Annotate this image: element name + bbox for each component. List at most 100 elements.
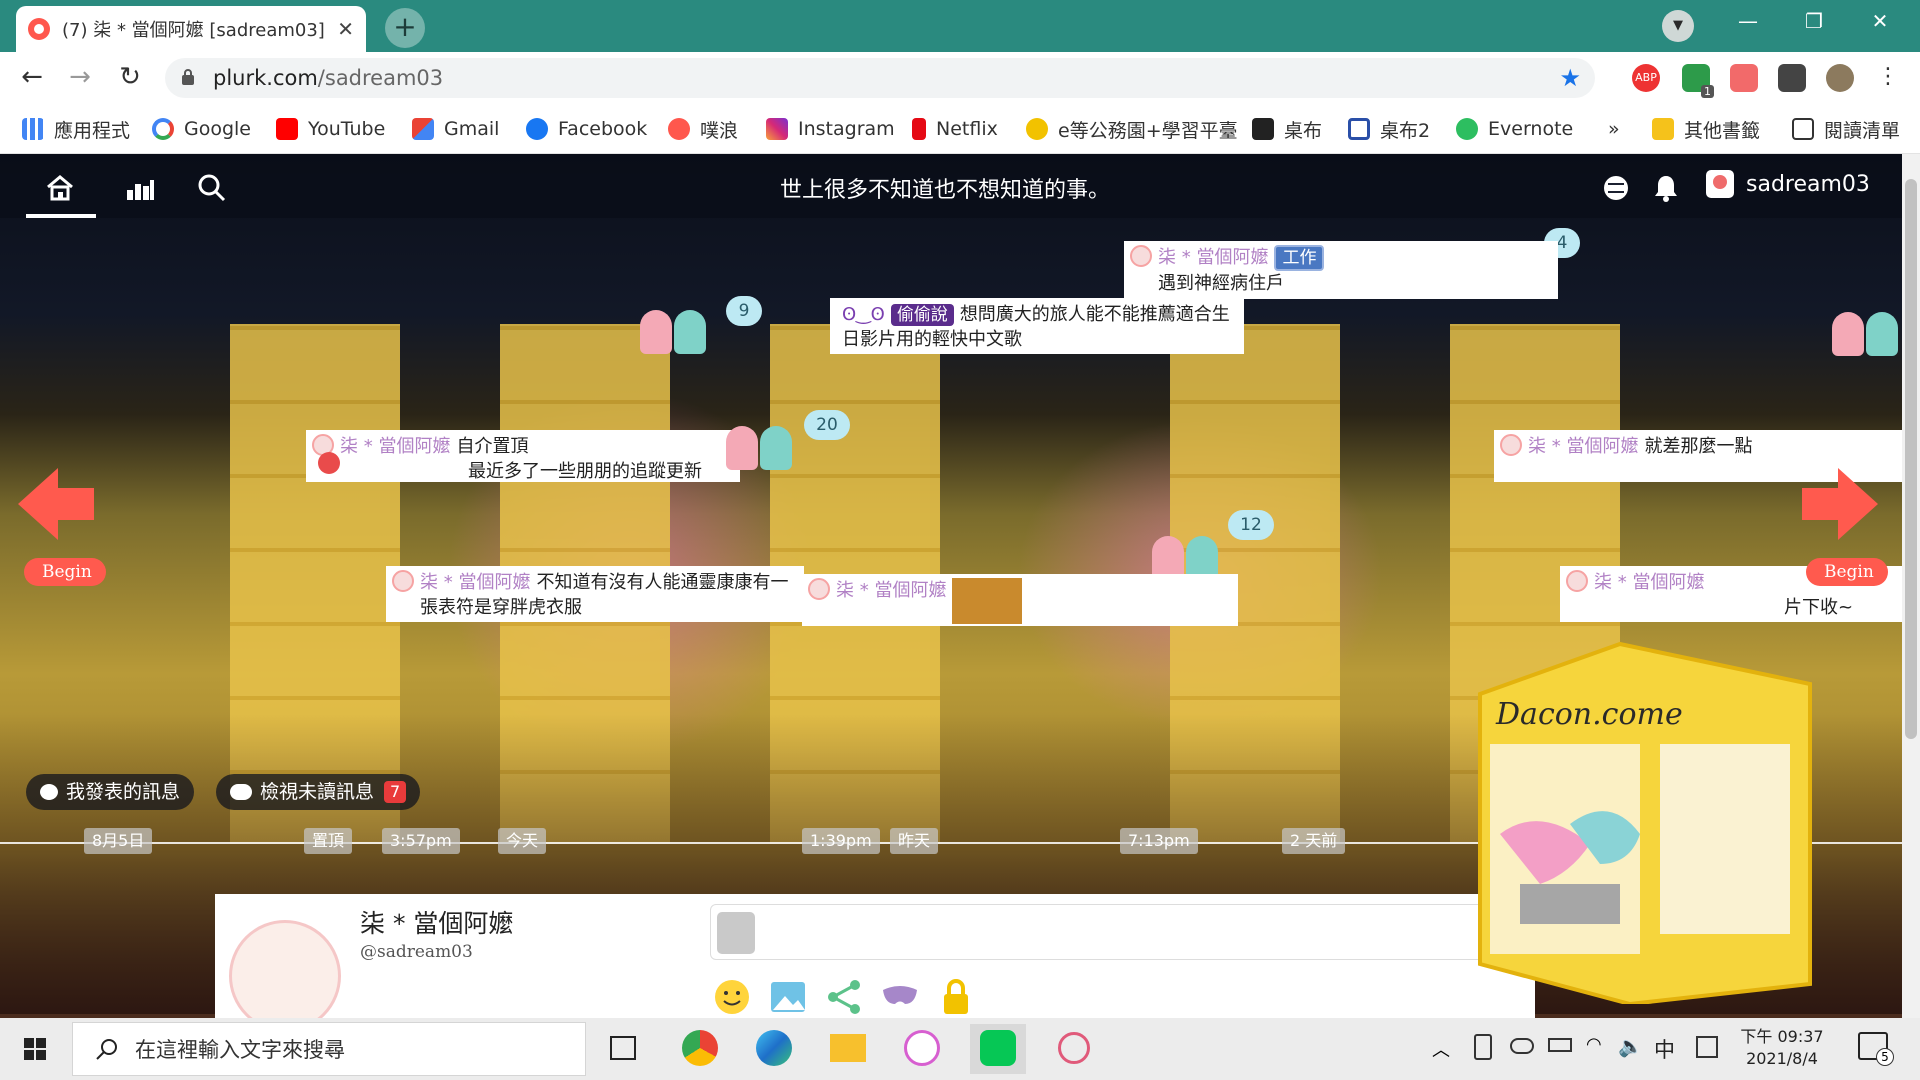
bookmark-youtube[interactable]: YouTube [276, 116, 385, 142]
begin-left-button[interactable]: Begin [24, 558, 106, 586]
active-tab[interactable]: (7) 柒 * 當個阿嬤 [sadream03] - ✕ [16, 6, 366, 52]
bookmark-netflix[interactable]: Netflix [912, 116, 998, 142]
reload-icon[interactable]: ↻ [112, 60, 148, 96]
bookmark-plurk[interactable]: 噗浪 [668, 116, 738, 142]
onedrive-cloud-icon[interactable] [1510, 1038, 1534, 1054]
edge-taskbar-icon[interactable] [746, 1024, 802, 1074]
tray-chevron-icon[interactable]: ︿ [1432, 1036, 1450, 1062]
tab-close-button[interactable]: ✕ [337, 17, 354, 41]
post-qualifier: 偷偷說 [890, 304, 954, 326]
other-bookmarks-folder[interactable]: 其他書籤 [1652, 116, 1760, 142]
facebook-icon [526, 118, 548, 140]
home-icon[interactable] [44, 172, 76, 204]
line-taskbar-icon[interactable] [970, 1024, 1026, 1074]
tab-search-icon[interactable]: ▼ [1662, 10, 1694, 42]
back-arrow-icon[interactable]: ← [14, 60, 50, 96]
close-window-button[interactable]: ✕ [1852, 0, 1908, 44]
file-explorer-icon[interactable] [820, 1024, 876, 1074]
action-center-icon[interactable]: 5 [1858, 1032, 1894, 1066]
google-icon [152, 118, 174, 140]
reading-list-button[interactable]: 閱讀清單 [1792, 116, 1900, 142]
reading-list-icon [1792, 118, 1814, 140]
bookmark-wallpaper2[interactable]: 桌布2 [1348, 116, 1430, 142]
response-count-badge[interactable]: 9 [726, 296, 762, 326]
snipping-tool-icon[interactable] [1046, 1024, 1102, 1074]
shield-extension-icon[interactable]: 1 [1682, 64, 1714, 98]
taskbar-search-box[interactable]: 在這裡輸入文字來搜尋 [72, 1022, 586, 1076]
bookmark-apps[interactable]: 應用程式 [22, 116, 130, 142]
bookmark-wallpaper[interactable]: 桌布 [1252, 116, 1322, 142]
response-count-badge[interactable]: 12 [1228, 510, 1274, 540]
search-icon[interactable] [196, 172, 228, 204]
plurk-post[interactable]: ʘ‿ʘ 偷偷說 想問廣大的旅人能不能推薦適合生日影片用的輕快中文歌 [830, 298, 1244, 354]
responders-avatar[interactable] [724, 414, 796, 470]
windows-start-icon[interactable] [0, 1018, 70, 1080]
ime-indicator[interactable]: 中 [1654, 1034, 1675, 1064]
address-bar[interactable]: plurk.com/sadream03 ★ [165, 58, 1595, 98]
response-count-badge[interactable]: 20 [804, 410, 850, 440]
bookmark-evernote[interactable]: Evernote [1456, 116, 1573, 142]
evernote-icon [1456, 118, 1478, 140]
post-owner[interactable]: 柒 * 當個阿嬤 [340, 436, 450, 457]
plurk-post[interactable]: 柒 * 當個阿嬤 工作 遇到神經病住戶 [1124, 241, 1558, 299]
plurk-post[interactable]: 柒 * 當個阿嬤 不知道有沒有人能通靈康康有一張表符是穿胖虎衣服 [386, 566, 804, 622]
stats-icon[interactable] [124, 172, 156, 204]
responders-avatar[interactable] [1830, 300, 1902, 356]
plurk-post[interactable]: 柒 * 當個阿嬤 [802, 574, 1238, 626]
page-scrollbar[interactable] [1902, 154, 1920, 1018]
unread-filter[interactable]: 檢視未讀訊息 7 [216, 774, 421, 810]
post-owner[interactable]: ʘ‿ʘ [842, 304, 885, 325]
restore-button[interactable]: ❐ [1786, 0, 1842, 44]
scrollbar-thumb[interactable] [1905, 179, 1917, 739]
puzzle-extensions-icon[interactable] [1778, 64, 1806, 92]
menu-kebab-icon[interactable]: ⋮ [1870, 60, 1906, 96]
post-owner[interactable]: 柒 * 當個阿嬤 [836, 580, 946, 601]
profile-avatar[interactable] [1826, 64, 1854, 92]
user-menu[interactable]: sadream03 [1706, 170, 1870, 198]
bookmark-gmail[interactable]: Gmail [412, 116, 499, 142]
volume-icon[interactable]: 🔈 [1618, 1034, 1643, 1058]
folder-icon [1652, 118, 1674, 140]
bookmark-google[interactable]: Google [152, 116, 251, 142]
wifi-icon[interactable]: ◠ [1586, 1034, 1602, 1055]
my-posts-filter[interactable]: 我發表的訊息 [26, 774, 195, 810]
post-owner[interactable]: 柒 * 當個阿嬤 [1528, 436, 1638, 457]
share-icon[interactable] [823, 976, 865, 1018]
chrome-taskbar-icon[interactable] [672, 1024, 728, 1074]
plurk-input[interactable] [710, 904, 1526, 960]
emoticon-icon[interactable] [711, 976, 753, 1018]
lock-privacy-icon[interactable] [935, 976, 977, 1018]
task-view-icon[interactable] [596, 1024, 652, 1074]
bookmark-star-icon[interactable]: ★ [1559, 64, 1581, 92]
arrow-left-icon[interactable] [14, 464, 98, 544]
bookmark-e-learning[interactable]: e等公務園+學習平臺 [1026, 116, 1238, 142]
arrow-right-icon[interactable] [1798, 464, 1882, 544]
notification-bell-icon[interactable] [1650, 172, 1682, 204]
post-owner[interactable]: 柒 * 當個阿嬤 [420, 572, 530, 593]
bookmark-facebook[interactable]: Facebook [526, 116, 647, 142]
adblock-extension-icon[interactable]: ABP [1632, 64, 1660, 92]
forward-arrow-icon[interactable]: → [62, 60, 98, 96]
image-upload-icon[interactable] [767, 976, 809, 1018]
mask-icon[interactable] [879, 976, 921, 1018]
battery-icon[interactable] [1548, 1038, 1572, 1052]
bookmark-instagram[interactable]: Instagram [766, 116, 895, 142]
plurk-composer: 柒 * 當個阿嬤 @sadream03 [215, 894, 1535, 1018]
tray-device-icon[interactable] [1474, 1034, 1492, 1060]
responders-avatar[interactable] [1150, 524, 1222, 580]
screencast-extension-icon[interactable] [1730, 64, 1758, 92]
post-owner[interactable]: 柒 * 當個阿嬤 [1158, 247, 1268, 268]
qualifier-dropdown[interactable] [717, 912, 755, 954]
ime-mode-icon[interactable] [1696, 1036, 1718, 1058]
itunes-taskbar-icon[interactable] [894, 1024, 950, 1074]
post-text: 就差那麼一點 [1644, 436, 1753, 457]
new-tab-button[interactable]: + [385, 8, 425, 48]
timeline-label: 2 天前 [1282, 828, 1346, 854]
responders-avatar[interactable] [638, 298, 710, 354]
minimize-button[interactable]: — [1720, 0, 1776, 44]
karma-globe-icon[interactable] [1600, 172, 1632, 204]
plurk-post[interactable]: 柒 * 當個阿嬤 自介置頂 最近多了一些朋朋的追蹤更新 [306, 430, 740, 482]
plurk-icon [668, 118, 690, 140]
bookmarks-more-button[interactable]: » [1608, 116, 1620, 142]
taskbar-clock[interactable]: 下午 09:37 2021/8/4 [1732, 1026, 1832, 1070]
